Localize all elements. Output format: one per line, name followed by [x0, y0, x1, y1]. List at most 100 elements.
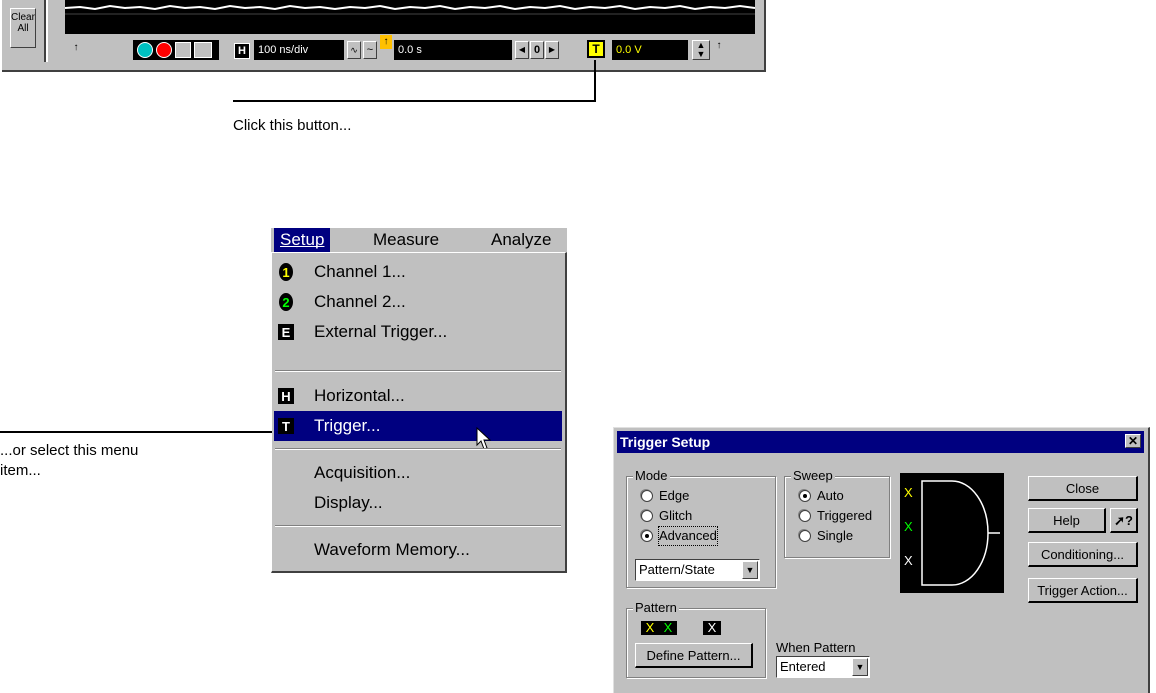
radio-label: Auto — [817, 488, 844, 503]
dialog-title: Trigger Setup — [620, 434, 711, 450]
horizontal-icon: H — [278, 388, 294, 404]
trigger-level-spinner-icon[interactable]: ▲ ▼ — [692, 40, 710, 60]
menu-item-channel-1[interactable]: 1 Channel 1... — [274, 257, 562, 287]
pattern-group-label: Pattern — [633, 600, 679, 615]
when-pattern-select[interactable]: Entered ▼ — [776, 656, 870, 678]
trigger-icon: T — [278, 418, 294, 434]
waveform-strip — [65, 0, 755, 34]
menu-item-label: Display... — [314, 493, 383, 512]
external-trigger-icon: E — [278, 324, 294, 340]
delay-marker-icon[interactable]: ↑ — [380, 35, 392, 49]
delay-zero-button[interactable]: 0 — [530, 41, 544, 59]
radio-indicator — [799, 510, 811, 522]
toolbar-divider — [44, 0, 48, 62]
menu-separator — [275, 525, 561, 527]
pattern-group: Pattern X X X Define Pattern... — [626, 600, 766, 678]
callout-line-horizontal — [233, 100, 596, 102]
close-button[interactable]: Close — [1028, 476, 1138, 501]
sweep-group: Sweep Auto Triggered Single — [784, 468, 890, 558]
callout-line-vertical — [594, 60, 596, 102]
menu-item-label: Trigger... — [314, 416, 381, 435]
print-icon[interactable] — [194, 42, 212, 58]
autoscale-icon[interactable] — [175, 42, 191, 58]
menu-item-trigger[interactable]: T Trigger... — [274, 411, 562, 450]
callout-line-menu — [0, 431, 272, 433]
menu-setup[interactable]: Setup — [274, 228, 331, 252]
svg-text:2: 2 — [282, 295, 289, 310]
dialog-title-bar: Trigger Setup ✕ — [617, 431, 1144, 453]
menu-item-label: Acquisition... — [314, 463, 411, 482]
select-menu-caption-line1: ...or select this menu — [0, 442, 139, 459]
timebase-coarse-icon[interactable]: ~ — [363, 41, 377, 59]
chevron-down-icon[interactable]: ▼ — [742, 561, 758, 579]
pattern-bit-external[interactable]: X — [703, 621, 721, 635]
define-pattern-button[interactable]: Define Pattern... — [635, 643, 753, 668]
radio-indicator — [799, 490, 811, 502]
menu-setup-label: Setup — [280, 230, 325, 249]
radio-label: Advanced — [658, 526, 718, 546]
close-icon[interactable]: ✕ — [1125, 434, 1141, 448]
gate-input-2: X — [904, 519, 913, 534]
mode-advanced-radio[interactable]: Advanced — [641, 526, 741, 546]
trigger-setup-icon[interactable]: T — [587, 40, 605, 58]
radio-indicator — [799, 530, 811, 542]
delay-readout[interactable]: 0.0 s — [394, 40, 512, 60]
clear-all-button[interactable]: Clear All — [10, 8, 36, 48]
menu-item-acquisition[interactable]: Acquisition... — [274, 458, 562, 488]
radio-indicator — [641, 510, 653, 522]
timebase-fine-icon[interactable]: ∿ — [347, 41, 361, 59]
menu-item-label: Horizontal... — [314, 386, 405, 405]
svg-text:E: E — [282, 325, 291, 340]
radio-label: Single — [817, 528, 854, 543]
scope-toolbar: Clear All ↑ H 100 ns/div ∿ ~ ↑ 0.0 s ◀ 0… — [2, 0, 766, 72]
mode-edge-radio[interactable]: Edge — [641, 487, 741, 505]
pattern-bit-channel-1[interactable]: X — [641, 621, 659, 635]
sweep-single-radio[interactable]: Single — [799, 527, 885, 545]
trigger-level-readout[interactable]: 0.0 V — [612, 40, 688, 60]
menu-item-label: Waveform Memory... — [314, 540, 470, 559]
menu-measure[interactable]: Measure — [367, 228, 445, 252]
conditioning-button[interactable]: Conditioning... — [1028, 542, 1138, 567]
help-button[interactable]: Help — [1028, 508, 1106, 533]
trigger-setup-dialog: Trigger Setup ✕ Mode Edge Glitch Advance… — [613, 427, 1150, 693]
mode-glitch-radio[interactable]: Glitch — [641, 507, 741, 525]
menu-separator — [275, 370, 561, 372]
advanced-mode-select[interactable]: Pattern/State ▼ — [635, 559, 760, 581]
menu-separator — [275, 448, 561, 450]
timebase-readout[interactable]: 100 ns/div — [254, 40, 344, 60]
delay-left-icon[interactable]: ◀ — [515, 41, 529, 59]
click-button-caption: Click this button... — [233, 117, 352, 134]
menu-item-label: Channel 2... — [314, 292, 406, 311]
menu-item-horizontal[interactable]: H Horizontal... — [274, 381, 562, 411]
menu-item-label: External Trigger... — [314, 322, 448, 341]
menu-item-display[interactable]: Display... — [274, 488, 562, 518]
menu-item-channel-2[interactable]: 2 Channel 2... — [274, 287, 562, 317]
context-help-button[interactable]: ➚? — [1110, 508, 1138, 533]
menu-bar: Setup Measure Analyze — [271, 228, 567, 252]
delay-right-icon[interactable]: ▶ — [545, 41, 559, 59]
trigger-action-button[interactable]: Trigger Action... — [1028, 578, 1138, 603]
chevron-down-icon[interactable]: ▼ — [852, 658, 868, 676]
when-pattern-label: When Pattern — [776, 640, 856, 655]
gate-input-3: X — [904, 553, 913, 568]
menu-analyze-label: Analyze — [491, 230, 552, 249]
radio-indicator — [641, 530, 653, 542]
scroll-up-left-icon[interactable]: ↑ — [70, 40, 82, 58]
pattern-bit-channel-2[interactable]: X — [659, 621, 677, 635]
stop-icon[interactable] — [156, 42, 172, 58]
scroll-up-right-icon[interactable]: ↑ — [713, 38, 725, 56]
sweep-triggered-radio[interactable]: Triggered — [799, 507, 885, 525]
horizontal-icon[interactable]: H — [234, 43, 250, 59]
radio-indicator — [641, 490, 653, 502]
menu-analyze[interactable]: Analyze — [485, 228, 557, 252]
menu-item-waveform-memory[interactable]: Waveform Memory... — [274, 535, 562, 565]
menu-item-label: Channel 1... — [314, 262, 406, 281]
pattern-gate-display: X X X — [900, 473, 1004, 593]
sweep-auto-radio[interactable]: Auto — [799, 487, 885, 505]
radio-label: Edge — [659, 488, 690, 503]
gate-input-1: X — [904, 485, 913, 500]
svg-text:T: T — [282, 419, 290, 434]
setup-menu: 1 Channel 1... 2 Channel 2... E External… — [271, 252, 567, 573]
run-icon[interactable] — [137, 42, 153, 58]
menu-item-external-trigger[interactable]: E External Trigger... — [274, 317, 562, 347]
